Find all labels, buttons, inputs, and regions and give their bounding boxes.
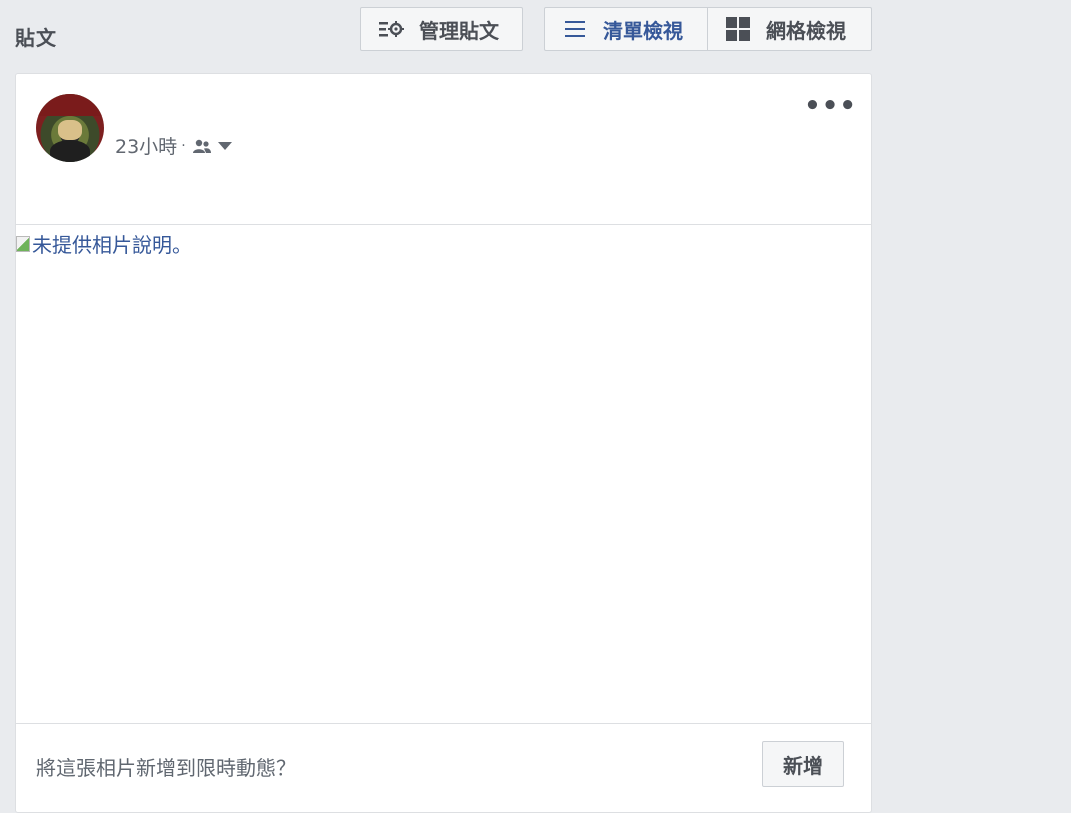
more-options-icon[interactable]: ••• [804, 93, 857, 119]
manage-posts-button[interactable]: 管理貼文 [360, 7, 523, 51]
grid-view-icon [724, 16, 752, 42]
list-view-label: 清單檢視 [603, 18, 683, 43]
post-card: 23小時 · ••• 未提供相片說明。 將這張相片新增到限時動態？ 新增 [15, 73, 872, 813]
grid-view-button[interactable]: 網格檢視 [707, 7, 872, 51]
friends-icon[interactable] [192, 138, 212, 154]
list-view-icon [561, 16, 589, 42]
add-to-story-prompt: 將這張相片新增到限時動態？ [36, 756, 296, 780]
footer-divider [16, 723, 871, 724]
grid-view-label: 網格檢視 [766, 18, 846, 43]
post-meta: 23小時 · [115, 132, 232, 159]
page-title: 貼文 [15, 26, 57, 50]
post-timestamp[interactable]: 23小時 [115, 132, 177, 159]
avatar-shoulders [50, 140, 90, 162]
avatar[interactable] [36, 94, 104, 162]
add-to-story-button[interactable]: 新增 [762, 741, 844, 787]
manage-posts-label: 管理貼文 [419, 18, 499, 43]
privacy-dropdown-icon[interactable] [217, 141, 232, 150]
list-view-button[interactable]: 清單檢視 [544, 7, 708, 51]
post-photo[interactable]: 未提供相片說明。 [16, 225, 871, 723]
broken-image-icon [16, 235, 30, 252]
image-alt-text: 未提供相片說明。 [32, 233, 192, 257]
avatar-face [58, 120, 82, 140]
meta-separator: · [181, 137, 186, 154]
manage-settings-icon [377, 16, 405, 42]
avatar-band [36, 94, 104, 116]
broken-image-alt: 未提供相片說明。 [16, 229, 192, 258]
